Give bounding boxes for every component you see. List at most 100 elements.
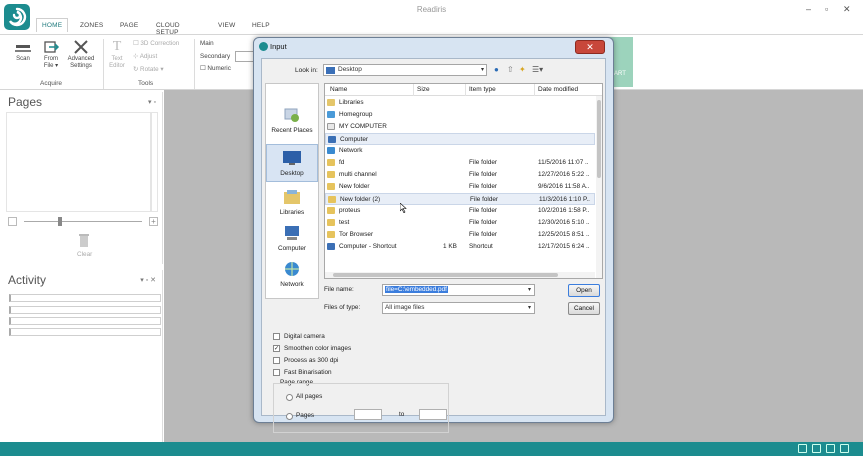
title-bar: Readiris – ▫ ✕ [0,0,863,18]
homegroup-icon [327,111,335,118]
place-recent-places[interactable]: Recent Places [266,106,318,134]
dialog-close-button[interactable]: ✕ [575,40,605,54]
tab-home[interactable]: HOME [36,18,69,32]
zoom-thumb[interactable] [58,217,62,226]
activity-panel-controls[interactable]: ▾ ▫ ✕ [140,276,156,284]
place-computer[interactable]: Computer [266,224,318,252]
zoom-icon[interactable] [798,444,807,453]
file-name-input[interactable]: file=C:\embedded.pdf ▾ [382,284,535,296]
from-file-button[interactable]: From File ▾ [38,40,64,70]
numeric-option[interactable]: ☐ Numeric [200,65,231,72]
digital-camera-checkbox[interactable] [273,333,280,340]
scan-label: Scan [16,56,30,62]
computer-icon [328,136,336,143]
tab-help[interactable]: HELP [248,20,274,31]
back-icon[interactable]: ● [494,65,499,74]
pages-panel-pin-button[interactable]: ▾ ▫ [148,98,156,106]
smoothen-color-label: Smoothen color images [284,345,352,352]
column-item-type[interactable]: Item type [469,86,496,93]
file-row[interactable]: MY COMPUTER [325,121,595,133]
column-date-modified[interactable]: Date modified [538,86,578,93]
file-row[interactable]: multi channel File folder 12/27/2016 5:2… [325,169,595,181]
column-size[interactable]: Size [417,86,430,93]
recent-places-icon [284,108,299,122]
advanced-settings-button[interactable]: Advanced Settings [64,40,98,70]
pages-radio[interactable] [286,413,293,420]
file-row[interactable]: New folder (2) File folder 11/3/2016 1:1… [325,193,595,205]
maximize-button[interactable]: ▫ [825,4,828,14]
tab-zones[interactable]: ZONES [76,20,107,31]
rotate-button[interactable]: ↻ Rotate ▾ [133,66,164,73]
file-row[interactable]: Tor Browser File folder 12/25/2015 8:51 … [325,229,595,241]
file-list-horizontal-scrollbar[interactable] [325,272,595,278]
column-separator[interactable] [534,84,535,96]
file-row[interactable]: Network [325,145,595,157]
page-to-label: to [399,411,405,418]
pages-thumbnail-list[interactable] [6,112,152,212]
column-name[interactable]: Name [330,86,347,93]
pages-panel-title: Pages [8,95,43,109]
scan-button[interactable]: Scan [10,40,36,63]
folder-icon [327,171,335,178]
new-folder-icon[interactable]: ✦ [519,65,526,74]
minimize-button[interactable]: – [806,4,811,14]
zoom-out-icon[interactable] [8,217,17,226]
libraries-icon [284,190,300,204]
thumbnail-zoom-slider[interactable]: + [6,214,162,228]
close-app-button[interactable]: ✕ [843,4,851,15]
file-row[interactable]: Computer - Shortcut 1 KB Shortcut 12/17/… [325,241,595,253]
file-type: File folder [469,171,498,178]
file-row[interactable]: Homegroup [325,109,595,121]
open-button[interactable]: Open [568,284,600,297]
column-separator[interactable] [465,84,466,96]
page-to-input[interactable] [419,409,447,420]
page-from-input[interactable] [354,409,382,420]
file-row[interactable]: New folder File folder 9/6/2016 11:58 A.… [325,181,595,193]
up-folder-icon[interactable]: ⇧ [507,65,514,74]
all-pages-radio[interactable] [286,394,293,401]
files-of-type-select[interactable]: All image files ▾ [382,302,535,314]
page-view-icon[interactable] [826,444,835,453]
column-separator[interactable] [413,84,414,96]
folder-icon [327,207,335,214]
tab-page[interactable]: PAGE [116,20,142,31]
tab-view[interactable]: VIEW [214,20,239,31]
file-row[interactable]: proteus File folder 10/2/2016 1:58 P.. [325,205,595,217]
view-mode-icon[interactable] [812,444,821,453]
file-row[interactable]: test File folder 12/30/2016 5:10 .. [325,217,595,229]
desktop-icon [283,151,301,165]
file-list-vertical-scrollbar[interactable] [596,96,602,278]
pages-scrollbar[interactable] [150,112,158,212]
secondary-language-select[interactable] [235,51,255,62]
cancel-button[interactable]: Cancel [568,302,600,315]
readiris-logo-icon[interactable] [4,4,30,30]
place-libraries[interactable]: Libraries [266,188,318,216]
file-row[interactable]: Computer [325,133,595,145]
all-pages-label: All pages [296,393,323,400]
file-type: File folder [469,207,498,214]
smoothen-color-checkbox[interactable]: ✓ [273,345,280,352]
clear-pages-button[interactable]: Clear [5,230,163,264]
file-row[interactable]: Libraries [325,97,595,109]
chevron-down-icon[interactable]: ▾ [528,286,531,293]
view-menu-icon[interactable]: ☰▾ [532,65,543,74]
3d-correction-button[interactable]: ☐ 3D Correction [133,40,179,47]
dialog-title: Input [270,42,287,51]
mouse-cursor-icon [400,203,407,213]
place-desktop[interactable]: Desktop [266,144,318,182]
scroll-thumb[interactable] [333,273,558,277]
scroll-thumb[interactable] [597,100,601,178]
file-name: Computer [340,136,369,143]
fast-binarisation-checkbox[interactable] [273,369,280,376]
look-in-select[interactable]: Desktop ▾ [323,64,487,76]
process-300dpi-checkbox[interactable] [273,357,280,364]
adjust-button[interactable]: ⊹ Adjust [133,53,157,60]
file-row[interactable]: fd File folder 11/5/2016 11:07 .. [325,157,595,169]
zoom-in-icon[interactable]: + [149,217,158,226]
file-name: Homegroup [339,111,373,118]
file-list[interactable]: Name Size Item type Date modified Librar… [324,83,603,279]
place-network[interactable]: Network [266,260,318,288]
fit-page-icon[interactable] [840,444,849,453]
folder-icon [327,183,335,190]
text-editor-button[interactable]: T Text Editor [106,40,128,70]
